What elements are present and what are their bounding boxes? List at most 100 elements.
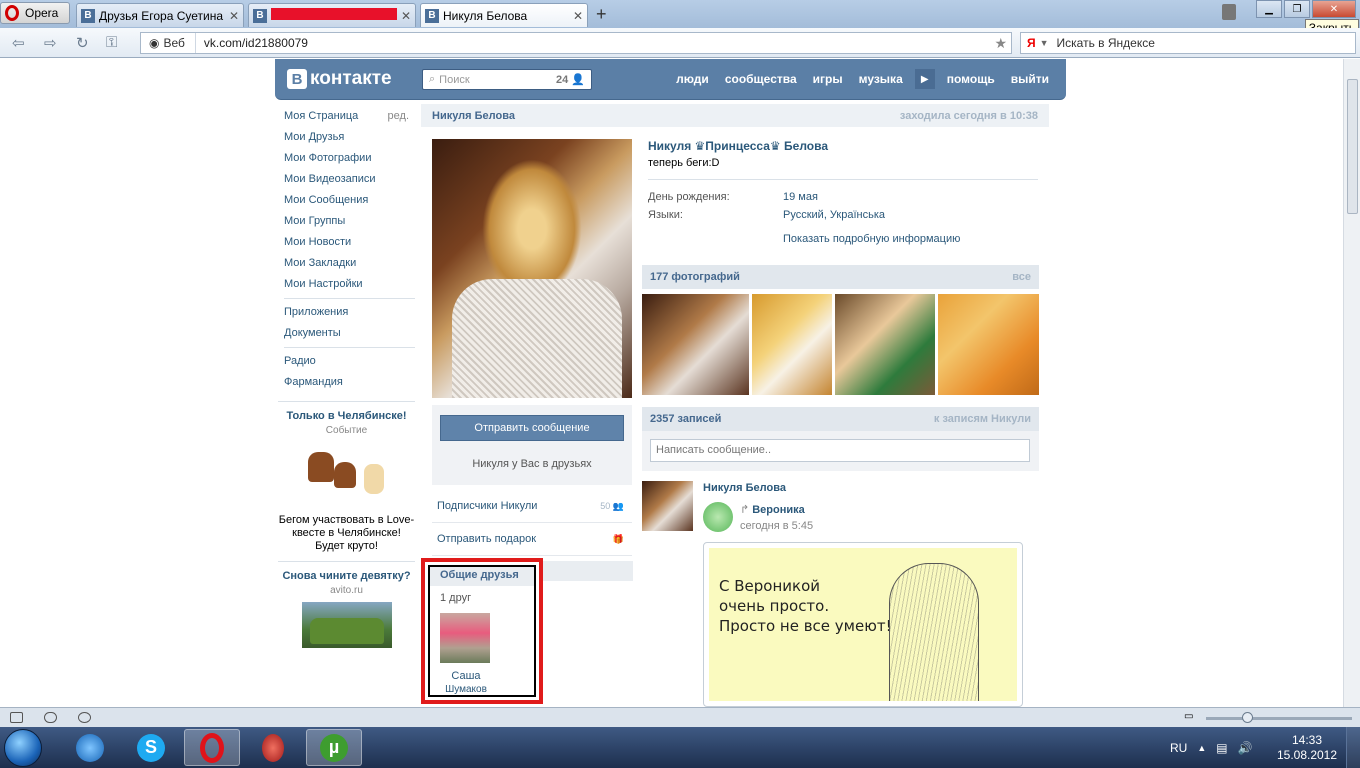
wall-post-input[interactable]: Написать сообщение.. [650, 439, 1030, 462]
speed-dial-icon[interactable] [78, 712, 91, 723]
address-field[interactable]: ◉ Веб vk.com/id21880079 ★ [140, 32, 1012, 54]
trash-icon[interactable] [1222, 4, 1236, 20]
photo-thumb[interactable] [938, 294, 1039, 395]
profile-full-name: Никуля ♛Принцесса♛ Белова [648, 139, 828, 153]
tab-redacted[interactable]: В ✕ [248, 3, 416, 27]
photo-thumb[interactable] [752, 294, 832, 395]
post-author-avatar[interactable] [642, 481, 693, 531]
bookmark-star-icon[interactable]: ★ [994, 35, 1007, 52]
menu-farmandia[interactable]: Фармандия [278, 372, 415, 393]
volume-icon[interactable]: 🔊 [1238, 741, 1253, 755]
nav-help[interactable]: помощь [939, 72, 1003, 86]
menu-videos[interactable]: Мои Видеозаписи [278, 169, 415, 190]
cloud-icon[interactable] [44, 712, 57, 723]
show-more-info-link[interactable]: Показать подробную информацию [783, 233, 1038, 245]
menu-settings[interactable]: Мои Настройки [278, 274, 415, 295]
friend-avatar[interactable] [440, 613, 490, 663]
system-clock[interactable]: 14:33 15.08.2012 [1272, 733, 1342, 763]
vk-logo[interactable]: В контакте [287, 68, 392, 90]
menu-bookmarks[interactable]: Мои Закладки [278, 253, 415, 274]
zoom-slider-thumb[interactable] [1242, 712, 1253, 723]
opera-menu-button[interactable]: Opera [0, 2, 70, 24]
tab-close-icon[interactable]: ✕ [401, 9, 411, 23]
wall-link[interactable]: к записям Никули [934, 413, 1031, 425]
menu-photos[interactable]: Мои Фотографии [278, 148, 415, 169]
key-icon[interactable]: ⚿ [106, 34, 117, 51]
edit-menu-link[interactable]: ред. [388, 106, 409, 127]
view-icon[interactable]: ▭ [1184, 711, 1193, 722]
profile-avatar[interactable] [432, 139, 632, 398]
minimize-icon[interactable]: ▁ [1256, 0, 1282, 18]
ad-image-car[interactable] [301, 602, 392, 648]
nav-music[interactable]: музыка [851, 72, 911, 86]
taskbar-app-network[interactable] [62, 729, 118, 766]
wall-header[interactable]: 2357 записей к записям Никули [642, 407, 1039, 431]
taskbar-app-opera[interactable] [184, 729, 240, 766]
profile-header: Никуля Белова заходила сегодня в 10:38 [421, 104, 1049, 127]
wall-count[interactable]: 2357 записей [650, 413, 721, 425]
taskbar-app-agent[interactable] [245, 729, 301, 766]
menu-my-page[interactable]: Моя Страница ред. [278, 106, 415, 127]
restore-icon[interactable]: ❐ [1284, 0, 1310, 18]
photos-count[interactable]: 177 фотографий [650, 271, 740, 283]
scroll-thumb[interactable] [1347, 79, 1358, 214]
nav-communities[interactable]: сообщества [717, 72, 805, 86]
tab-friends[interactable]: В Друзья Егора Суетина ... ✕ [76, 3, 244, 27]
friend-name[interactable]: Саша Шумаков [430, 670, 502, 696]
post-image[interactable]: С Вероникой очень просто. Просто не все … [703, 542, 1023, 707]
zoom-slider[interactable] [1206, 717, 1352, 720]
followers-link[interactable]: Подписчики Никули 50 👥 [432, 490, 632, 523]
photos-header[interactable]: 177 фотографий все [642, 265, 1039, 289]
languages-link[interactable]: Русский, Українська [783, 209, 885, 221]
post-time[interactable]: сегодня в 5:45 [740, 520, 813, 532]
ad-block-1[interactable]: Только в Челябинске! Событие Бегом участ… [278, 401, 415, 553]
reload-icon[interactable]: ↻ [76, 34, 89, 52]
ad-block-2[interactable]: Снова чините девятку? avito.ru [278, 561, 415, 648]
send-gift-link[interactable]: Отправить подарок 🎁 [432, 523, 632, 556]
web-badge[interactable]: ◉ Веб [141, 33, 196, 53]
send-message-button[interactable]: Отправить сообщение [440, 415, 624, 441]
menu-friends[interactable]: Мои Друзья [278, 127, 415, 148]
vk-search-input[interactable]: ⌕ Поиск 24 👤 [422, 69, 592, 90]
post-author[interactable]: Никуля Белова [703, 482, 786, 494]
back-icon[interactable]: ⇦ [12, 34, 25, 52]
page-scrollbar[interactable] [1343, 59, 1360, 707]
forward-icon[interactable]: ⇨ [44, 34, 57, 52]
menu-messages[interactable]: Мои Сообщения [278, 190, 415, 211]
photo-thumb[interactable] [642, 294, 749, 395]
taskbar-app-utorrent[interactable]: µ [306, 729, 362, 766]
birthday-link[interactable]: 19 мая [783, 191, 818, 203]
menu-news[interactable]: Мои Новости [278, 232, 415, 253]
nav-logout[interactable]: выйти [1003, 72, 1066, 86]
start-button[interactable] [4, 729, 42, 767]
tray-expand-icon[interactable]: ▲ [1197, 743, 1206, 753]
photos-all-link[interactable]: все [1012, 271, 1031, 283]
play-icon[interactable]: ▶ [914, 69, 935, 89]
language-indicator[interactable]: RU [1170, 741, 1187, 755]
nav-people[interactable]: люди [668, 72, 717, 86]
close-window-icon[interactable]: ✕ [1312, 0, 1356, 18]
tab-close-icon[interactable]: ✕ [229, 9, 239, 23]
show-desktop-button[interactable] [1346, 727, 1360, 768]
ad-title[interactable]: Снова чините девятку? [278, 570, 415, 583]
ad-image-bears[interactable] [303, 444, 390, 510]
tab-close-icon[interactable]: ✕ [573, 9, 583, 23]
menu-radio[interactable]: Радио [278, 351, 415, 372]
ad-title[interactable]: Только в Челябинске! [278, 410, 415, 423]
network-icon[interactable]: ▤ [1216, 741, 1227, 755]
mutual-friends-title[interactable]: Общие друзья [430, 567, 534, 586]
repost-source[interactable]: ↱ Вероника [740, 503, 805, 516]
menu-apps[interactable]: Приложения [278, 302, 415, 323]
photo-thumb[interactable] [835, 294, 935, 395]
new-tab-icon[interactable]: + [596, 4, 607, 25]
menu-documents[interactable]: Документы [278, 323, 415, 344]
online-friends-count[interactable]: 24 👤 [556, 73, 585, 86]
taskbar-app-skype[interactable]: S [123, 729, 179, 766]
tab-profile[interactable]: В Никуля Белова ✕ [420, 3, 588, 27]
menu-groups[interactable]: Мои Группы [278, 211, 415, 232]
nav-games[interactable]: игры [805, 72, 851, 86]
repost-avatar[interactable] [703, 502, 733, 532]
yandex-search-field[interactable]: Я ▼ Искать в Яндексе [1020, 32, 1356, 54]
chevron-down-icon[interactable]: ▼ [1040, 38, 1057, 48]
panel-toggle-icon[interactable] [10, 712, 23, 723]
